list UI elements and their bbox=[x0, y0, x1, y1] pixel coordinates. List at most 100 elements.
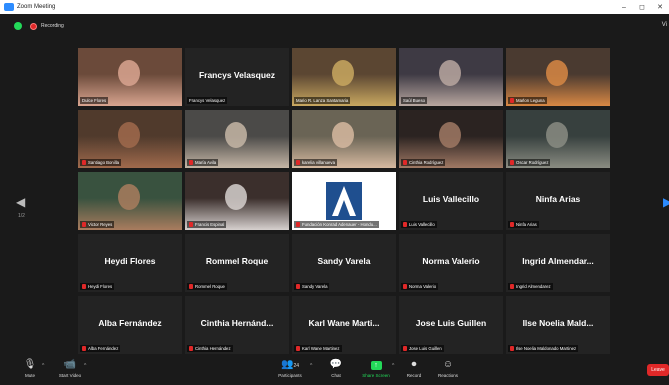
participant-tile[interactable]: Ninfa Arias Ninfa Arias bbox=[506, 172, 610, 230]
participant-face bbox=[225, 184, 247, 210]
previous-page-icon[interactable]: ◀ bbox=[16, 195, 25, 209]
mic-muted-icon bbox=[510, 222, 514, 227]
chat-button[interactable]: 💬 Chat bbox=[316, 359, 356, 378]
participant-name-label: Dulce Flores bbox=[80, 97, 109, 104]
participant-tile[interactable]: Victor Reyes bbox=[78, 172, 182, 230]
participant-name: Marlon Leguna bbox=[516, 98, 545, 103]
participant-name-label: Ingrid Almendarez bbox=[508, 283, 553, 290]
mic-muted-icon bbox=[189, 346, 193, 351]
participant-name-label: Marlon Leguna bbox=[508, 97, 547, 104]
participant-tile[interactable]: Jose Luis Guillen Jose Luis Guillen bbox=[399, 296, 503, 354]
participant-display-name: Karl Wane Marti... bbox=[308, 318, 380, 328]
participant-tile[interactable]: Dulce Flores bbox=[78, 48, 182, 106]
participant-face bbox=[332, 122, 354, 148]
participant-display-name: Cinthia Hernánd... bbox=[200, 318, 274, 328]
participant-display-name: Jose Luis Guillen bbox=[415, 318, 487, 328]
participant-face bbox=[546, 60, 568, 86]
participant-name-label: Ilse Noelia Maldonado Martinez bbox=[508, 345, 579, 352]
mic-muted-icon bbox=[82, 284, 86, 289]
participant-tile[interactable]: Cinthia Rodríguez bbox=[399, 110, 503, 168]
share-screen-button[interactable]: ↑ Share Screen bbox=[356, 359, 396, 378]
participant-display-name: Luis Vallecillo bbox=[422, 194, 480, 204]
participant-name: Jose Luis Guillen bbox=[409, 346, 442, 351]
participant-name-label: karelia villanueva bbox=[294, 159, 337, 166]
title-bar: Zoom Meeting – ◻ ✕ bbox=[0, 0, 669, 14]
participant-name: Fundación Konrad Adenauer - Hondu... bbox=[302, 222, 377, 227]
participant-name: Alba Fernández bbox=[88, 346, 119, 351]
mic-muted-icon bbox=[82, 222, 86, 227]
mic-muted-icon bbox=[296, 160, 300, 165]
participant-name-label: María Avila bbox=[187, 159, 219, 166]
participant-name: Karl Wane Martinez bbox=[302, 346, 340, 351]
mic-muted-icon bbox=[82, 160, 86, 165]
participants-button[interactable]: 👥24 Participants bbox=[270, 359, 310, 378]
mic-muted-icon bbox=[189, 160, 193, 165]
participant-tile[interactable]: Karl Wane Marti... Karl Wane Martinez bbox=[292, 296, 396, 354]
participant-name: Dulce Flores bbox=[82, 98, 107, 103]
participant-name-label: Heydi Flores bbox=[80, 283, 115, 290]
participant-tile[interactable]: Saúl Bueso bbox=[399, 48, 503, 106]
participant-tile[interactable]: Ingrid Almendar... Ingrid Almendarez bbox=[506, 234, 610, 292]
participant-name-label: Cinthia Rodríguez bbox=[401, 159, 446, 166]
participant-tile[interactable]: María Avila bbox=[185, 110, 289, 168]
participant-name-label: Jose Luis Guillen bbox=[401, 345, 444, 352]
next-page-icon[interactable]: ▶ bbox=[663, 195, 669, 209]
participant-name: karelia villanueva bbox=[302, 160, 335, 165]
participant-tile[interactable]: Marlon Leguna bbox=[506, 48, 610, 106]
participant-tile[interactable]: Sandy Varela Sandy Varela bbox=[292, 234, 396, 292]
security-shield-icon[interactable] bbox=[14, 22, 22, 30]
mic-muted-icon bbox=[403, 222, 407, 227]
mic-muted-icon bbox=[189, 284, 193, 289]
participant-tile[interactable]: Ilse Noelia Mald... Ilse Noelia Maldonado… bbox=[506, 296, 610, 354]
participant-display-name: Norma Valerio bbox=[422, 256, 480, 266]
video-options-caret-icon[interactable]: ^ bbox=[84, 363, 86, 369]
mic-muted-icon bbox=[82, 346, 86, 351]
participant-name: Sandy Varela bbox=[302, 284, 328, 289]
participant-tile[interactable]: karelia villanueva bbox=[292, 110, 396, 168]
participant-tile[interactable]: Francis Espinal bbox=[185, 172, 289, 230]
participant-tile[interactable]: Cinthia Hernánd... Cinthia Hernández bbox=[185, 296, 289, 354]
mic-muted-icon bbox=[510, 160, 514, 165]
participants-count: 24 bbox=[293, 363, 299, 369]
participant-tile[interactable]: Heydi Flores Heydi Flores bbox=[78, 234, 182, 292]
participant-name-label: Fundación Konrad Adenauer - Hondu... bbox=[294, 221, 379, 228]
participant-name: Cinthia Hernández bbox=[195, 346, 231, 351]
mute-options-caret-icon[interactable]: ^ bbox=[42, 363, 44, 369]
participant-tile[interactable]: Fundación Konrad Adenauer - Hondu... bbox=[292, 172, 396, 230]
zoom-window: Zoom Meeting – ◻ ✕ Recording Vi Dulce Fl… bbox=[0, 0, 669, 385]
participant-tile[interactable]: Mario R. Lanza Santamaria bbox=[292, 48, 396, 106]
mic-muted-icon bbox=[296, 346, 300, 351]
reactions-button[interactable]: ☺ Reactions bbox=[428, 359, 468, 378]
participant-name: Luis Vallecillo bbox=[409, 222, 435, 227]
participant-face bbox=[439, 122, 461, 148]
participant-name: Victor Reyes bbox=[88, 222, 113, 227]
participant-name: Santiago Bonilla bbox=[88, 160, 120, 165]
participant-tile[interactable]: Norma Valerio Norma Valerio bbox=[399, 234, 503, 292]
participant-tile[interactable]: Francys Velasquez Francys Velasquez bbox=[185, 48, 289, 106]
participant-tile[interactable]: Luis Vallecillo Luis Vallecillo bbox=[399, 172, 503, 230]
participant-name-label: Alba Fernández bbox=[80, 345, 121, 352]
participant-tile[interactable]: Santiago Bonilla bbox=[78, 110, 182, 168]
participant-tile[interactable]: Alba Fernández Alba Fernández bbox=[78, 296, 182, 354]
participant-name: Francys Velasquez bbox=[189, 98, 226, 103]
maximize-button[interactable]: ◻ bbox=[633, 3, 651, 11]
view-button[interactable]: Vi bbox=[662, 22, 667, 28]
participant-name-label: Luis Vallecillo bbox=[401, 221, 437, 228]
participant-name: Francis Espinal bbox=[195, 222, 225, 227]
participant-display-name: Rommel Roque bbox=[205, 256, 269, 266]
participant-tile[interactable]: Rommel Roque Rommel Roque bbox=[185, 234, 289, 292]
participant-display-name: Heydi Flores bbox=[104, 256, 156, 266]
mic-muted-icon bbox=[510, 284, 514, 289]
participant-name: Mario R. Lanza Santamaria bbox=[296, 98, 349, 103]
zoom-app-icon bbox=[4, 3, 14, 11]
minimize-button[interactable]: – bbox=[615, 4, 633, 11]
participant-face bbox=[118, 122, 140, 148]
participant-display-name: Ninfa Arias bbox=[535, 194, 581, 204]
participants-icon: 👥24 bbox=[280, 359, 299, 370]
participant-tile[interactable]: Oscar Rodríguez bbox=[506, 110, 610, 168]
participants-options-caret-icon[interactable]: ^ bbox=[310, 363, 312, 369]
leave-button[interactable]: Leave bbox=[647, 364, 669, 376]
participant-display-name: Ingrid Almendar... bbox=[522, 256, 594, 266]
close-button[interactable]: ✕ bbox=[651, 3, 669, 11]
participant-name-label: Cinthia Hernández bbox=[187, 345, 233, 352]
